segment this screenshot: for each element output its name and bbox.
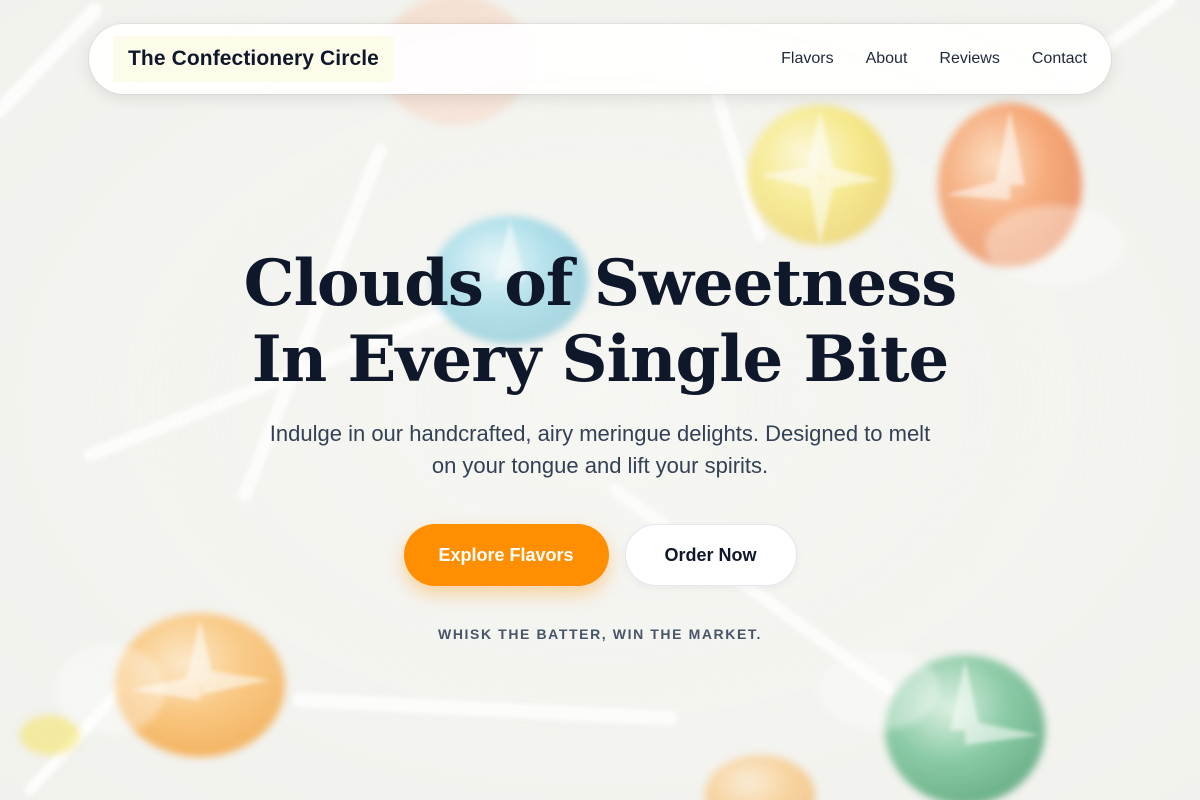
hero-section: Clouds of Sweetness In Every Single Bite…: [0, 246, 1200, 642]
order-now-button[interactable]: Order Now: [624, 524, 797, 586]
hero-title-line-2: In Every Single Bite: [251, 322, 949, 397]
nav-links: Flavors About Reviews Contact: [781, 50, 1087, 68]
top-navbar: The Confectionery Circle Flavors About R…: [89, 24, 1111, 94]
nav-link-flavors[interactable]: Flavors: [781, 50, 833, 68]
nav-link-reviews[interactable]: Reviews: [939, 50, 999, 68]
hero-subtitle: Indulge in our handcrafted, airy meringu…: [269, 421, 931, 478]
hero-title: Clouds of Sweetness In Every Single Bite: [0, 246, 1200, 398]
nav-link-about[interactable]: About: [866, 50, 908, 68]
hero-buttons: Explore Flavors Order Now: [0, 524, 1200, 586]
hero-tagline: WHISK THE BATTER, WIN THE MARKET.: [438, 626, 762, 642]
nav-link-contact[interactable]: Contact: [1032, 50, 1087, 68]
brand-logo[interactable]: The Confectionery Circle: [113, 36, 394, 82]
explore-flavors-button[interactable]: Explore Flavors: [403, 524, 609, 586]
hero-title-line-1: Clouds of Sweetness: [243, 246, 958, 321]
